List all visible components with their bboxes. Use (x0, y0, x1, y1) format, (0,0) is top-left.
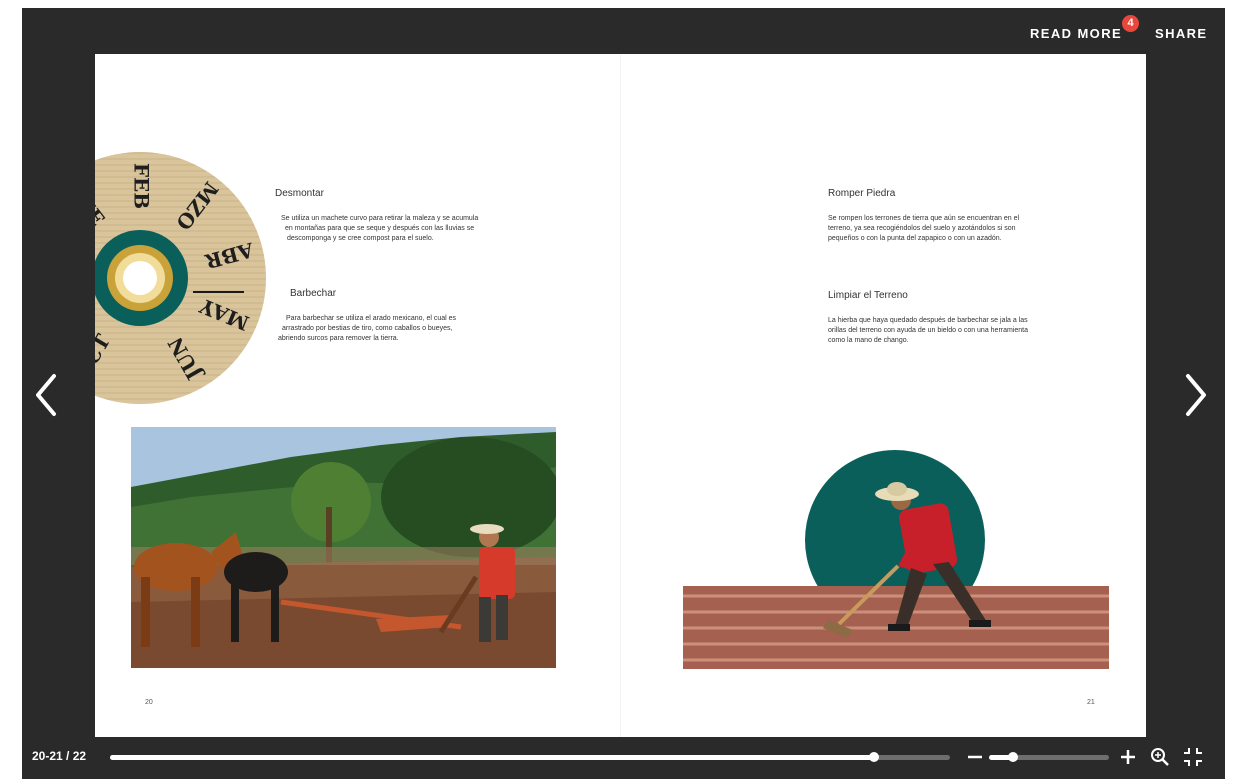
text-line: Se rompen los terrones de tierra que aún… (828, 215, 1020, 222)
calendar-month-label: FEB (130, 163, 154, 209)
section-body-desmontar: Se utiliza un machete curvo para retirar… (281, 214, 478, 244)
page-progress-slider[interactable] (110, 752, 950, 762)
section-heading-barbechar: Barbechar (290, 288, 337, 299)
text-line: Para barbechar se utiliza el arado mexic… (286, 315, 457, 322)
section-heading-limpiar-terreno: Limpiar el Terreno (828, 290, 908, 301)
page-progress-fill (110, 755, 875, 760)
page-gutter (620, 54, 621, 737)
magnifier-button[interactable] (1150, 746, 1170, 773)
zoom-slider[interactable] (989, 752, 1109, 762)
prev-page-button[interactable] (32, 370, 62, 420)
book-spread: OCT NOV DIC ENE FEB MZO ABR MAY JUN Desmontar Se… (95, 54, 1146, 737)
text-line: arrastrado por bestias de tiro, como cab… (282, 325, 453, 332)
read-more-badge: 4 (1122, 15, 1139, 32)
text-line: La hierba que haya quedado después de ba… (828, 317, 1028, 324)
chevron-left-icon (36, 374, 56, 416)
page-progress-handle[interactable] (869, 752, 880, 762)
text-line: como la mano de chango. (828, 337, 909, 344)
zoom-out-button[interactable] (966, 745, 984, 774)
exit-fullscreen-icon (1184, 748, 1202, 766)
top-bar: READ MORE 4 SHARE (22, 8, 1225, 54)
plowing-photo (131, 427, 556, 668)
zoom-in-button[interactable] (1119, 745, 1137, 774)
section-body-barbechar: Para barbechar se utiliza el arado mexic… (278, 314, 456, 344)
raking-illustration (683, 446, 1109, 669)
section-body-romper-piedra: Se rompen los terrones de tierra que aún… (828, 214, 1019, 244)
exit-fullscreen-button[interactable] (1182, 746, 1204, 773)
section-body-limpiar-terreno: La hierba que haya quedado después de ba… (828, 316, 1028, 346)
section-heading-desmontar: Desmontar (275, 188, 324, 199)
next-page-button[interactable] (1180, 370, 1210, 420)
text-line: orillas del terreno con ayuda de un biel… (828, 327, 1029, 334)
raking-illustration-image (683, 450, 1109, 669)
text-line: descomponga y se cree compost para el su… (287, 235, 434, 242)
read-more-link[interactable]: READ MORE (1030, 26, 1122, 41)
magnifier-icon (1151, 748, 1169, 766)
zoom-slider-handle[interactable] (1008, 752, 1018, 762)
flipbook-viewer: READ MORE 4 SHARE OCT NOV DIC ENE FEB MZO ABR M… (22, 8, 1225, 779)
text-line: pequeños o con la punta del zapapico o c… (828, 235, 1002, 242)
plus-icon (1121, 750, 1135, 764)
text-line: Se utiliza un machete curvo para retirar… (281, 215, 479, 222)
calendar-wheel-illustration: OCTNOVDICENE FEB MZOABRMAYJUN (95, 152, 266, 404)
share-link[interactable]: SHARE (1155, 26, 1208, 41)
chevron-right-icon (1186, 374, 1206, 416)
text-line: en montañas para que se seque y después … (285, 225, 475, 232)
page-counter: 20-21 / 22 (32, 749, 87, 763)
plowing-photo-image (131, 427, 556, 668)
bottom-bar: 20-21 / 22 (22, 737, 1225, 779)
text-line: terreno, ya sea recogiéndolos del suelo … (828, 225, 1016, 232)
page-number-left: 20 (145, 699, 153, 706)
text-line: abriendo surcos para remover la tierra. (278, 335, 399, 342)
page-number-right: 21 (1087, 699, 1095, 706)
minus-icon (968, 755, 982, 759)
section-heading-romper-piedra: Romper Piedra (828, 188, 896, 199)
